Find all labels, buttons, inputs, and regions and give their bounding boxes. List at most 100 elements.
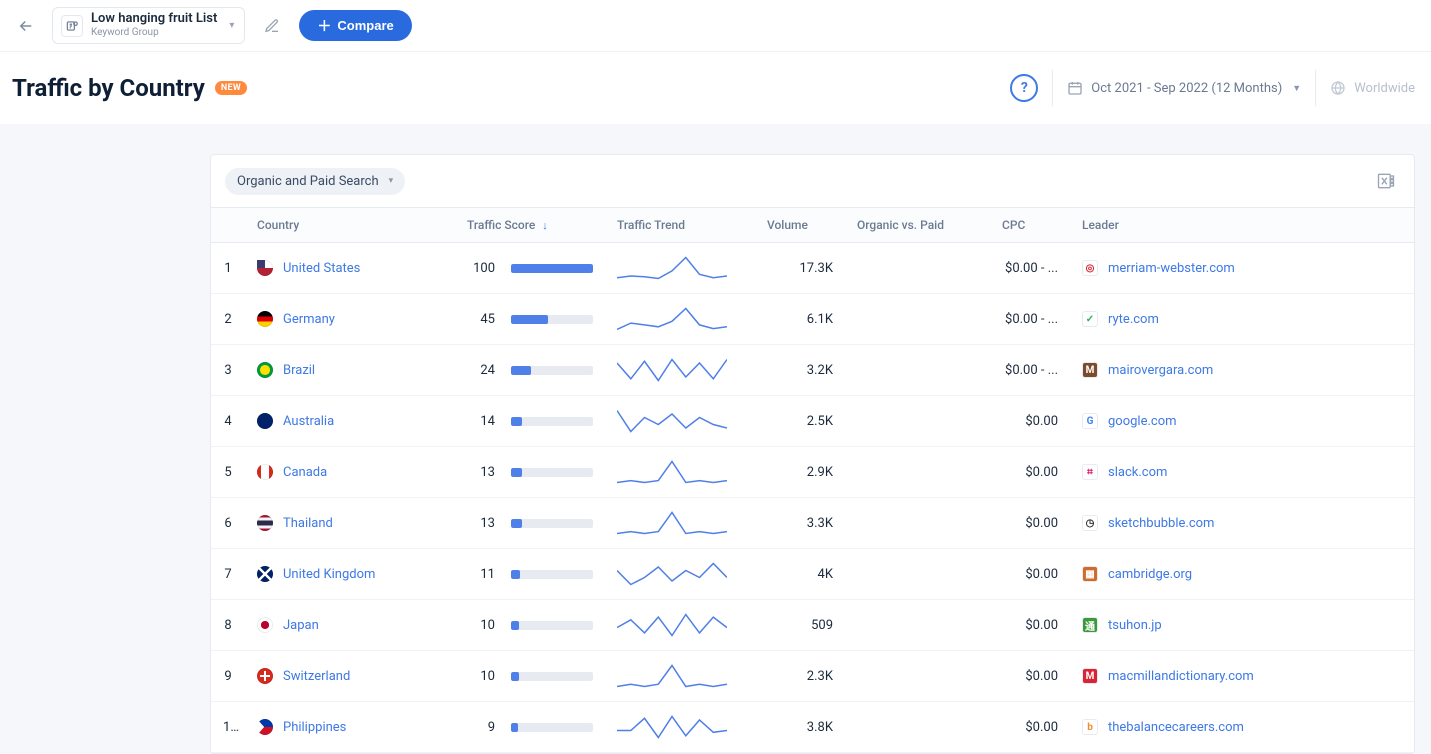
keyword-group-chip[interactable]: Low hanging fruit List Keyword Group ▾ — [52, 7, 245, 43]
content-area: Organic and Paid Search ▾ Country Traffi… — [0, 124, 1431, 754]
traffic-trend-cell — [605, 702, 755, 753]
table-row[interactable]: 10 Philippines 9 3.8K $0 — [211, 702, 1414, 753]
new-badge: NEW — [215, 81, 247, 95]
flag-icon — [257, 719, 273, 735]
leader-domain[interactable]: macmillandictionary.com — [1108, 669, 1254, 684]
keyword-group-subtitle: Keyword Group — [91, 27, 217, 39]
flag-icon — [257, 617, 273, 633]
traffic-score-value: 100 — [471, 261, 495, 276]
filter-label: Organic and Paid Search — [237, 174, 379, 189]
country-name[interactable]: Switzerland — [283, 669, 350, 684]
calendar-icon — [1067, 80, 1083, 96]
help-button[interactable]: ? — [1010, 74, 1038, 102]
volume-cell: 6.1K — [755, 294, 845, 345]
traffic-score-cell: 24 — [455, 345, 605, 396]
row-index: 10 — [211, 702, 245, 753]
scope-picker[interactable]: Worldwide — [1330, 80, 1415, 96]
country-name[interactable]: Philippines — [283, 720, 346, 735]
leader-domain[interactable]: mairovergara.com — [1108, 363, 1213, 378]
volume-cell: 2.9K — [755, 447, 845, 498]
organic-vs-paid-cell — [845, 498, 990, 549]
country-name[interactable]: Thailand — [283, 516, 333, 531]
leader-domain[interactable]: ryte.com — [1108, 312, 1159, 327]
favicon-icon: ◷ — [1082, 515, 1098, 531]
flag-icon — [257, 464, 273, 480]
leader-cell: ◎ merriam-webster.com — [1070, 243, 1414, 294]
country-cell: United States — [245, 243, 455, 294]
flag-icon — [257, 515, 273, 531]
traffic-score-bar — [511, 570, 593, 579]
country-name[interactable]: Brazil — [283, 363, 315, 378]
back-button[interactable] — [12, 12, 40, 40]
country-name[interactable]: Canada — [283, 465, 327, 480]
leader-domain[interactable]: slack.com — [1108, 465, 1167, 480]
separator — [1315, 70, 1316, 106]
leader-domain[interactable]: tsuhon.jp — [1108, 618, 1162, 633]
traffic-score-cell: 13 — [455, 447, 605, 498]
leader-domain[interactable]: merriam-webster.com — [1108, 261, 1235, 276]
country-name[interactable]: Australia — [283, 414, 334, 429]
table-row[interactable]: 9 Switzerland 10 2.3K $0 — [211, 651, 1414, 702]
leader-domain[interactable]: cambridge.org — [1108, 567, 1192, 582]
organic-vs-paid-cell — [845, 600, 990, 651]
col-header-leader[interactable]: Leader — [1070, 208, 1414, 243]
col-header-volume[interactable]: Volume — [755, 208, 845, 243]
row-index: 7 — [211, 549, 245, 600]
flag-icon — [257, 668, 273, 684]
leader-domain[interactable]: google.com — [1108, 414, 1177, 429]
separator — [1052, 70, 1053, 106]
traffic-score-cell: 100 — [455, 243, 605, 294]
cpc-cell: $0.00 — [990, 651, 1070, 702]
row-index: 3 — [211, 345, 245, 396]
country-name[interactable]: United States — [283, 261, 360, 276]
flag-icon — [257, 311, 273, 327]
chevron-down-icon: ▾ — [389, 176, 394, 186]
leader-domain[interactable]: thebalancecareers.com — [1108, 720, 1244, 735]
leader-cell: M macmillandictionary.com — [1070, 651, 1414, 702]
compare-button[interactable]: ＋ Compare — [299, 10, 411, 41]
table-row[interactable]: 7 United Kingdom 11 4K $ — [211, 549, 1414, 600]
row-index: 8 — [211, 600, 245, 651]
organic-vs-paid-cell — [845, 243, 990, 294]
flag-icon — [257, 413, 273, 429]
volume-cell: 2.3K — [755, 651, 845, 702]
col-header-traffic-score[interactable]: Traffic Score ↓ — [455, 208, 605, 243]
traffic-trend-cell — [605, 498, 755, 549]
country-name[interactable]: United Kingdom — [283, 567, 375, 582]
col-header-organic-vs-paid[interactable]: Organic vs. Paid — [845, 208, 990, 243]
traffic-score-bar — [511, 519, 593, 528]
country-cell: United Kingdom — [245, 549, 455, 600]
leader-domain[interactable]: sketchbubble.com — [1108, 516, 1214, 531]
table-row[interactable]: 6 Thailand 13 3.3K $0.00 — [211, 498, 1414, 549]
traffic-trend-cell — [605, 243, 755, 294]
table-row[interactable]: 5 Canada 13 2.9K $0.00 — [211, 447, 1414, 498]
traffic-trend-cell — [605, 294, 755, 345]
edit-button[interactable] — [257, 11, 287, 41]
country-name[interactable]: Germany — [283, 312, 335, 327]
col-header-country[interactable]: Country — [245, 208, 455, 243]
cpc-cell: $0.00 — [990, 447, 1070, 498]
traffic-score-cell: 9 — [455, 702, 605, 753]
export-excel-button[interactable] — [1372, 167, 1400, 195]
country-name[interactable]: Japan — [283, 618, 319, 633]
favicon-icon: M — [1082, 362, 1098, 378]
organic-vs-paid-cell — [845, 651, 990, 702]
organic-vs-paid-cell — [845, 447, 990, 498]
date-range-picker[interactable]: Oct 2021 - Sep 2022 (12 Months) ▼ — [1067, 80, 1301, 96]
cpc-cell: $0.00 - ... — [990, 243, 1070, 294]
table-row[interactable]: 4 Australia 14 2.5K $0.0 — [211, 396, 1414, 447]
col-header-traffic-trend[interactable]: Traffic Trend — [605, 208, 755, 243]
sparkline-icon — [617, 712, 727, 742]
table-row[interactable]: 2 Germany 45 6.1K $0.00 — [211, 294, 1414, 345]
traffic-score-value: 24 — [471, 363, 495, 378]
search-type-filter[interactable]: Organic and Paid Search ▾ — [225, 168, 405, 195]
traffic-score-cell: 14 — [455, 396, 605, 447]
table-row[interactable]: 1 United States 100 17.3K — [211, 243, 1414, 294]
traffic-trend-cell — [605, 600, 755, 651]
sparkline-icon — [617, 661, 727, 691]
col-header-cpc[interactable]: CPC — [990, 208, 1070, 243]
traffic-score-value: 11 — [471, 567, 495, 582]
traffic-panel: Organic and Paid Search ▾ Country Traffi… — [210, 154, 1415, 754]
table-row[interactable]: 3 Brazil 24 3.2K $0.00 - — [211, 345, 1414, 396]
table-row[interactable]: 8 Japan 10 509 $0.00 — [211, 600, 1414, 651]
